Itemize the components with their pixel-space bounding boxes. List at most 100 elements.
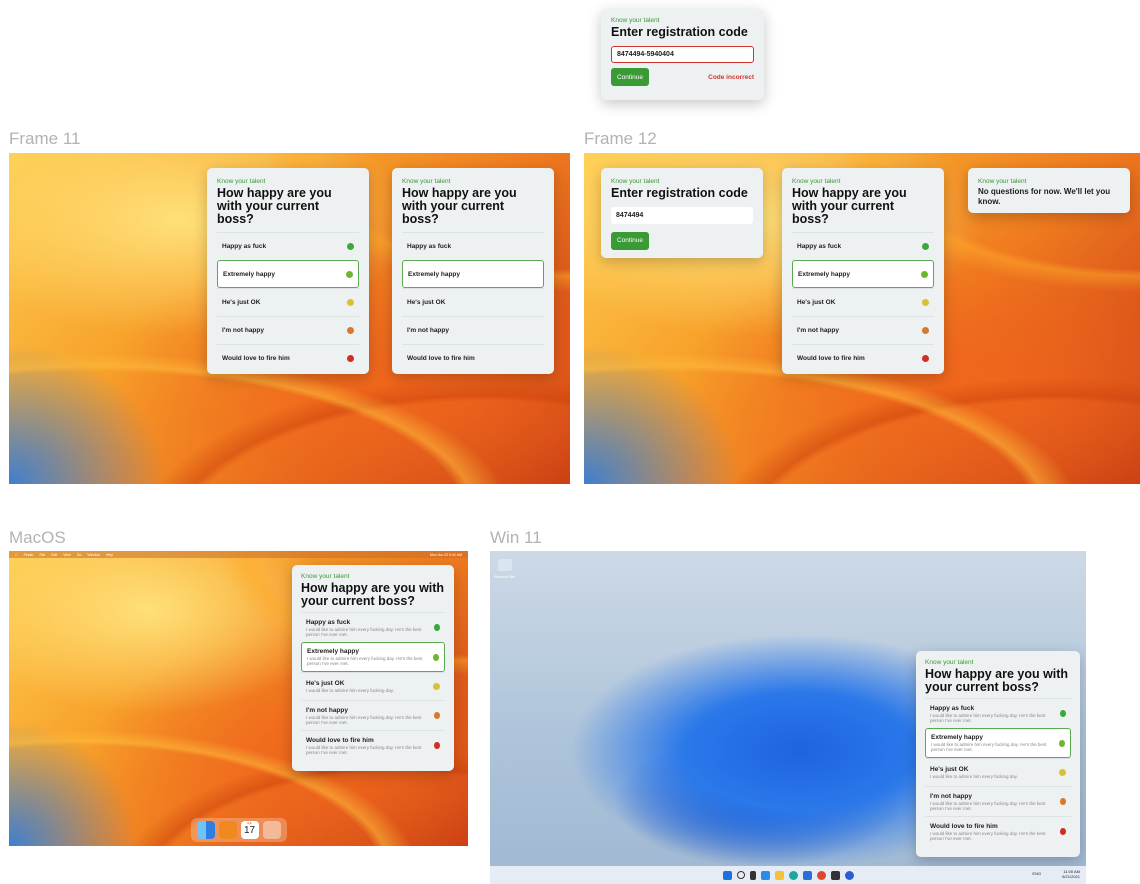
option-label: Extremely happy (307, 648, 360, 655)
registration-card: Know your talent Enter registration code… (601, 168, 763, 258)
option-extremely-happy[interactable]: Extremely happy (402, 260, 544, 288)
menubar-clock[interactable]: Mon Jun 22 9:41 AM (430, 553, 462, 557)
status-dot (1060, 798, 1066, 805)
option-fire-him[interactable]: Would love to fire him (402, 344, 544, 372)
status-dot (347, 327, 354, 334)
task-view-icon[interactable] (749, 870, 756, 880)
store-icon[interactable] (802, 870, 812, 880)
macos-desktop:  Finder File Edit View Go Window Help M… (9, 551, 468, 846)
search-icon[interactable] (736, 871, 745, 879)
registration-error-card: Know your talent Enter registration code… (601, 9, 764, 100)
option-description: I would like to admire him every fucking… (306, 688, 394, 693)
question-card-submitted: Know your talent How happy are you with … (392, 168, 554, 374)
option-not-happy[interactable]: I'm not happy I would like to admire him … (301, 700, 445, 730)
option-fire-him[interactable]: Would love to fire him I would like to ad… (301, 730, 445, 760)
trash-icon[interactable] (262, 821, 281, 839)
kicker: Know your talent (217, 178, 266, 185)
code-error-text: Code incorrect (708, 73, 754, 81)
option-label: Extremely happy (931, 734, 984, 741)
option-happy-as-fuck[interactable]: Happy as fuck (217, 232, 359, 260)
start-icon[interactable] (722, 870, 732, 880)
option-happy-as-fuck[interactable]: Happy as fuck I would like to admire him … (925, 698, 1071, 728)
option-label: Extremely happy (223, 270, 276, 278)
option-not-happy[interactable]: I'm not happy (217, 316, 359, 344)
option-extremely-happy[interactable]: Extremely happy I would like to admire hi… (925, 728, 1071, 758)
question-title: How happy are you with your current boss… (792, 186, 907, 226)
continue-button[interactable]: Continue (611, 231, 649, 250)
frame-label: Frame 11 (9, 129, 81, 148)
status-dot (433, 653, 439, 661)
apple-icon[interactable]:  (15, 553, 18, 557)
calendar-icon[interactable]: JUL 17 (240, 821, 259, 839)
books-icon[interactable] (218, 821, 237, 839)
option-happy-as-fuck[interactable]: Happy as fuck (792, 232, 934, 260)
registration-code-input[interactable]: 8474494 (611, 207, 753, 224)
language-indicator[interactable]: ENG (1032, 871, 1041, 876)
app-icon[interactable] (816, 870, 826, 880)
option-label: He's just OK (797, 299, 836, 306)
recycle-bin-icon[interactable] (498, 559, 512, 571)
option-fire-him[interactable]: Would love to fire him (792, 344, 934, 372)
option-just-ok[interactable]: He's just OK (217, 288, 359, 316)
option-label: I'm not happy (306, 706, 348, 714)
status-dot (922, 243, 929, 250)
menu-item[interactable]: Go (77, 553, 82, 557)
status-dot (434, 624, 440, 631)
macos-menubar:  Finder File Edit View Go Window Help M… (9, 551, 468, 558)
option-not-happy[interactable]: I'm not happy (402, 316, 544, 344)
option-label: Would love to fire him (797, 355, 865, 362)
status-dot (922, 355, 929, 362)
option-label: Would love to fire him (407, 355, 475, 362)
kicker: Know your talent (978, 178, 1027, 185)
recycle-bin-label: Recycle Bin (494, 574, 516, 579)
option-extremely-happy[interactable]: Extremely happy (217, 260, 359, 288)
menu-item[interactable]: Help (106, 553, 113, 557)
menu-item[interactable]: Edit (51, 553, 57, 557)
kicker: Know your talent (925, 659, 974, 666)
option-not-happy[interactable]: I'm not happy (792, 316, 934, 344)
option-label: Happy as fuck (407, 243, 452, 250)
option-label: Happy as fuck (797, 243, 842, 250)
option-just-ok[interactable]: He's just OK (402, 288, 544, 316)
briefcase-icon[interactable] (830, 870, 840, 880)
option-just-ok[interactable]: He's just OK I would like to admire him e… (925, 758, 1071, 786)
app-icon[interactable] (844, 870, 854, 880)
registration-title: Enter registration code (611, 186, 748, 200)
option-not-happy[interactable]: I'm not happy I would like to admire him … (925, 786, 1071, 816)
option-fire-him[interactable]: Would love to fire him I would like to ad… (925, 816, 1071, 846)
registration-code-input[interactable]: 8474494-5940404 (611, 46, 754, 63)
option-just-ok[interactable]: He's just OK I would like to admire him e… (301, 672, 445, 700)
option-label: Would love to fire him (222, 355, 290, 362)
question-card: Know your talent How happy are you with … (207, 168, 369, 374)
edge-icon[interactable] (788, 870, 798, 880)
option-description: I would like to admire him every fucking… (930, 800, 1046, 811)
frame-label: MacOS (9, 528, 66, 547)
option-label: He's just OK (407, 299, 446, 306)
menu-item[interactable]: File (40, 553, 46, 557)
finder-icon[interactable] (196, 821, 215, 839)
option-description: I would like to admire him every fucking… (307, 656, 423, 666)
option-description: I would like to admire him every fucking… (306, 744, 422, 755)
kicker: Know your talent (611, 17, 660, 24)
status-dot (1060, 710, 1066, 717)
option-fire-him[interactable]: Would love to fire him (217, 344, 359, 372)
calendar-day: 17 (243, 825, 256, 836)
menu-item[interactable]: Finder (24, 553, 34, 557)
question-card-detailed: Know your talent How happy are you with … (292, 565, 454, 771)
option-extremely-happy[interactable]: Extremely happy I would like to admire hi… (301, 642, 445, 672)
option-extremely-happy[interactable]: Extremely happy (792, 260, 934, 288)
menu-item[interactable]: View (63, 553, 71, 557)
widgets-icon[interactable] (760, 870, 770, 880)
system-tray[interactable]: ENG 11:00 AM 6/21/2021 (1032, 869, 1080, 879)
menu-item[interactable]: Window (87, 553, 99, 557)
option-happy-as-fuck[interactable]: Happy as fuck (402, 232, 544, 260)
win-taskbar: ENG 11:00 AM 6/21/2021 (490, 866, 1086, 884)
option-description: I would like to admire him every fucking… (930, 774, 1018, 779)
win11-desktop: Recycle Bin Know your talent How happy a… (490, 551, 1086, 884)
frame-11-artboard: Know your talent How happy are you with … (9, 153, 570, 484)
option-happy-as-fuck[interactable]: Happy as fuck I would like to admire him … (301, 612, 445, 642)
file-explorer-icon[interactable] (774, 870, 784, 880)
continue-button[interactable]: Continue (611, 68, 649, 86)
option-just-ok[interactable]: He's just OK (792, 288, 934, 316)
status-dot (434, 712, 440, 719)
